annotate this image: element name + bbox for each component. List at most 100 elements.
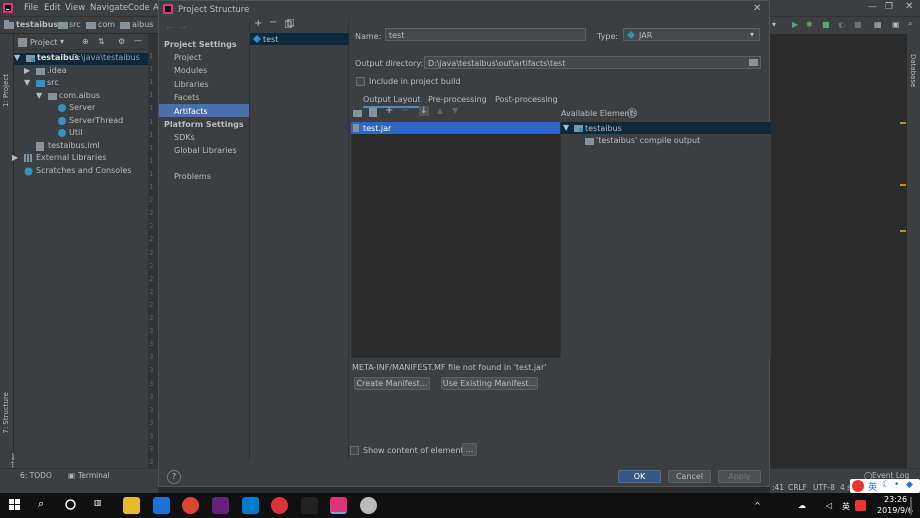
- profile-icon[interactable]: ◐: [838, 20, 845, 29]
- volume-icon[interactable]: ◁: [826, 501, 832, 510]
- hide-icon[interactable]: —: [134, 36, 142, 45]
- line-separator[interactable]: CRLF: [788, 483, 807, 492]
- output-dir-field[interactable]: D:\java\testaibus\out\artifacts\test: [424, 56, 761, 69]
- file-encoding[interactable]: UTF-8: [813, 483, 835, 492]
- menu-file[interactable]: File: [24, 3, 38, 13]
- tray-chevron-icon[interactable]: ^: [754, 501, 761, 510]
- chevron-right-icon[interactable]: ▶: [24, 66, 30, 75]
- ime-punct-icon[interactable]: •: [894, 480, 899, 490]
- cancel-button[interactable]: Cancel: [668, 470, 711, 483]
- breadcrumb-aibus[interactable]: aibus: [132, 20, 153, 29]
- tab-post-processing[interactable]: Post-processing: [495, 95, 558, 104]
- warning-marker[interactable]: [900, 230, 906, 232]
- category-sdks[interactable]: SDKs: [174, 133, 195, 142]
- more-options-button[interactable]: ...: [462, 443, 477, 456]
- chevron-down-icon[interactable]: ▾: [60, 37, 64, 46]
- forward-arrow-icon[interactable]: →: [180, 23, 187, 32]
- run-config-dropdown-icon[interactable]: ▾: [772, 20, 776, 29]
- category-libraries[interactable]: Libraries: [174, 80, 209, 89]
- warning-marker[interactable]: [900, 184, 906, 186]
- caret-position[interactable]: :41: [772, 483, 784, 492]
- layout-item-jar[interactable]: test.jar: [363, 124, 391, 133]
- chevron-down-icon[interactable]: ▼: [14, 53, 20, 62]
- menu-view[interactable]: View: [65, 3, 85, 13]
- chevron-down-icon[interactable]: ▼: [36, 91, 42, 100]
- clock-date[interactable]: 2019/9/6: [877, 506, 913, 515]
- file-explorer-icon[interactable]: [123, 497, 140, 514]
- artifact-name[interactable]: test: [263, 35, 278, 44]
- coverage-icon[interactable]: ■: [822, 20, 830, 29]
- category-facets[interactable]: Facets: [174, 93, 199, 102]
- chevron-right-icon[interactable]: ▶: [12, 153, 18, 162]
- clock-time[interactable]: 23:26: [884, 495, 907, 504]
- category-problems[interactable]: Problems: [174, 172, 211, 181]
- run-icon[interactable]: ▶: [792, 20, 798, 29]
- category-modules[interactable]: Modules: [174, 66, 207, 75]
- category-project[interactable]: Project: [174, 53, 201, 62]
- project-structure-icon[interactable]: ▦: [874, 20, 882, 29]
- ime-lang[interactable]: 英: [868, 480, 877, 493]
- menu-navigate[interactable]: Navigate: [90, 3, 128, 13]
- frame-icon[interactable]: ▣: [892, 20, 900, 29]
- gear-icon[interactable]: ⚙: [118, 37, 125, 46]
- type-select[interactable]: JAR ▾: [623, 28, 760, 41]
- chrome-icon[interactable]: [182, 497, 199, 514]
- menu-code[interactable]: Code: [128, 3, 150, 13]
- debug-icon[interactable]: ✱: [806, 20, 813, 29]
- avatar-app-icon[interactable]: [360, 497, 377, 514]
- use-existing-manifest-button[interactable]: Use Existing Manifest...: [441, 377, 538, 390]
- show-desktop[interactable]: [910, 497, 912, 515]
- netease-music-icon[interactable]: [271, 497, 288, 514]
- move-up-icon[interactable]: ▲: [437, 106, 443, 115]
- warning-marker[interactable]: [900, 122, 906, 124]
- intellij-taskbar-icon[interactable]: [330, 497, 347, 514]
- chevron-down-icon[interactable]: ▼: [563, 123, 569, 132]
- remove-element-icon[interactable]: −: [401, 105, 409, 116]
- add-icon[interactable]: +: [254, 18, 262, 29]
- onedrive-icon[interactable]: ☁: [798, 501, 806, 510]
- new-folder-icon[interactable]: [353, 109, 362, 117]
- tool-tab-todo[interactable]: 6: TODO: [20, 471, 52, 480]
- name-field[interactable]: test: [385, 28, 586, 41]
- copy-icon[interactable]: [285, 19, 294, 28]
- minimize-icon[interactable]: —: [868, 2, 877, 12]
- ime-moon-icon[interactable]: ☾: [882, 480, 890, 490]
- sogou-icon[interactable]: [855, 500, 866, 511]
- close-ide-icon[interactable]: ✕: [905, 1, 913, 12]
- restore-icon[interactable]: ❐: [885, 2, 893, 12]
- tool-tab-database[interactable]: Database: [909, 54, 917, 87]
- ime-skin-icon[interactable]: ◆: [906, 480, 913, 490]
- close-icon[interactable]: ✕: [753, 3, 761, 14]
- available-module[interactable]: testaibus: [585, 124, 622, 133]
- search-icon[interactable]: ⌕: [38, 497, 44, 511]
- cortana-icon[interactable]: [65, 499, 76, 510]
- collapse-icon[interactable]: ⇅: [98, 37, 105, 46]
- stop-icon[interactable]: ■: [854, 20, 862, 29]
- remove-icon[interactable]: −: [269, 17, 277, 28]
- category-global-libraries[interactable]: Global Libraries: [174, 146, 237, 155]
- task-view-icon[interactable]: ▥: [94, 498, 102, 507]
- tab-pre-processing[interactable]: Pre-processing: [428, 95, 487, 104]
- visual-studio-icon[interactable]: [212, 497, 229, 514]
- tree-row-root[interactable]: ▼ testaibus D:\java\testaibus: [14, 53, 148, 65]
- tool-tab-project[interactable]: 1: Project: [2, 74, 10, 107]
- archive-icon[interactable]: [369, 108, 377, 117]
- apply-button[interactable]: Apply: [718, 470, 761, 483]
- ime-indicator[interactable]: 英: [842, 501, 850, 512]
- back-arrow-icon[interactable]: ←: [166, 23, 173, 32]
- edge-icon[interactable]: [153, 497, 170, 514]
- tool-tab-terminal[interactable]: Terminal: [78, 471, 110, 480]
- help-button[interactable]: ?: [167, 470, 181, 484]
- search-everywhere-icon[interactable]: ⌕: [908, 19, 912, 29]
- add-copy-icon[interactable]: +: [385, 105, 393, 116]
- breadcrumb-project[interactable]: testaibus: [16, 20, 58, 29]
- help-icon[interactable]: ?: [627, 108, 637, 118]
- breadcrumb-src[interactable]: src: [69, 20, 81, 29]
- project-view-label[interactable]: Project: [30, 38, 57, 47]
- vscode-icon[interactable]: [242, 497, 259, 514]
- sort-icon[interactable]: ↓: [419, 106, 429, 116]
- locate-icon[interactable]: ⊕: [82, 37, 89, 46]
- show-content-checkbox[interactable]: [350, 446, 359, 455]
- breadcrumb-com[interactable]: com: [98, 20, 115, 29]
- ok-button[interactable]: OK: [618, 470, 661, 483]
